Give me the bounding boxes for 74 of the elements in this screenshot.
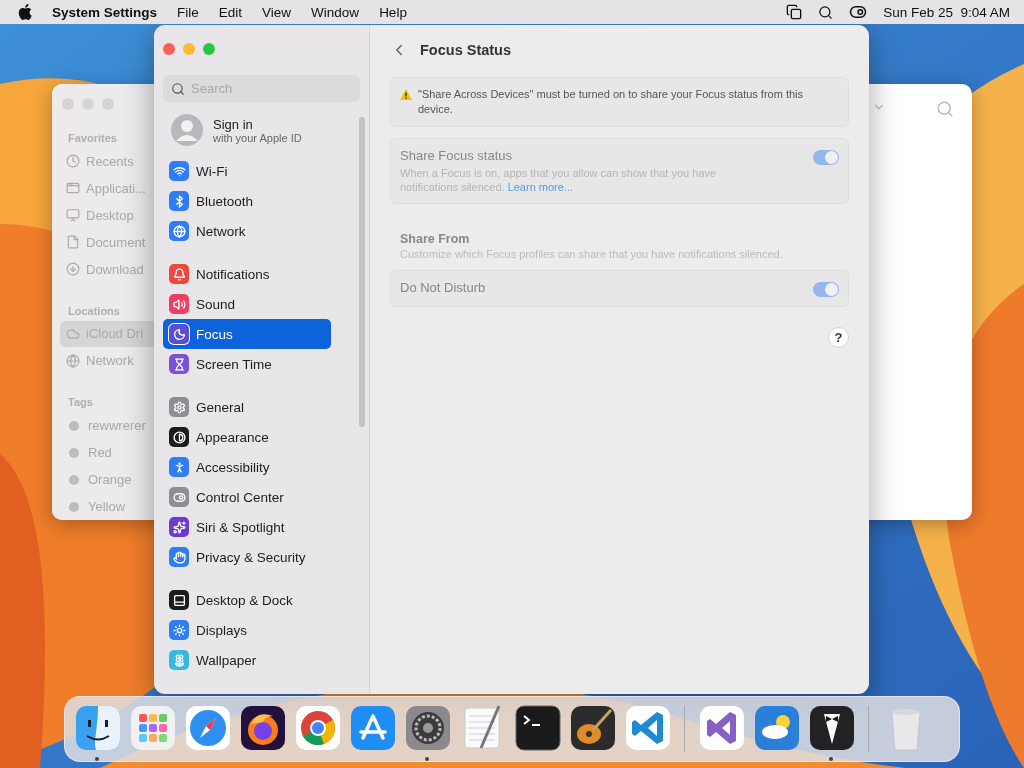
terminal-icon[interactable] <box>513 704 562 752</box>
app-grid-icon[interactable] <box>128 704 177 752</box>
sidebar-item[interactable]: Siri & Spotlight <box>163 512 331 542</box>
setting-title: Share Focus status <box>400 148 513 163</box>
sidebar-item[interactable]: Control Center <box>163 482 331 512</box>
sidebar-item[interactable]: Notifications <box>163 259 331 289</box>
gear-icon[interactable] <box>403 704 452 752</box>
setting-title: Do Not Disturb <box>400 280 487 295</box>
section-title: Tags <box>68 396 94 409</box>
sidebar-item[interactable]: Sound <box>163 289 331 319</box>
menu-item[interactable]: View <box>262 4 292 20</box>
warning-icon <box>400 89 412 100</box>
app-name[interactable]: System Settings <box>52 4 158 20</box>
guitar-icon[interactable] <box>568 704 617 752</box>
tag-dot <box>69 447 79 458</box>
item-label: Desktop <box>86 207 134 223</box>
sidebar-item[interactable]: Network <box>163 216 331 246</box>
tag-dot <box>69 420 79 431</box>
search-icon <box>171 82 185 96</box>
apple-icon[interactable] <box>18 4 32 20</box>
download-icon <box>66 262 80 277</box>
face-icon[interactable] <box>73 704 122 752</box>
menu-item[interactable]: Help <box>379 4 407 20</box>
search-icon[interactable] <box>818 4 834 20</box>
clock[interactable]: Sun Feb 25 9:04 AM <box>883 4 1010 20</box>
control-center-icon[interactable] <box>849 3 868 21</box>
scrollbar[interactable] <box>359 117 365 427</box>
page-title: Focus Status <box>420 42 512 58</box>
item-label: Red <box>88 445 112 461</box>
section-title: Share From <box>400 232 471 246</box>
sidebar-item[interactable]: Appearance <box>163 422 331 452</box>
code-editor-icon[interactable] <box>623 704 672 752</box>
monitor-icon <box>66 208 80 223</box>
item-label: Recents <box>86 153 134 169</box>
warning-text: "Share Across Devices" must be turned on to share your Focus status from this device. <box>418 87 805 117</box>
globe-icon <box>66 353 80 368</box>
sidebar-item[interactable]: Focus <box>163 319 331 349</box>
item-label: Orange <box>88 472 132 488</box>
menu-item[interactable]: Window <box>311 4 360 20</box>
sidebar-item[interactable]: Screen Time <box>163 349 331 379</box>
app-window-icon <box>66 181 80 196</box>
sidebar-item[interactable]: General <box>163 392 331 422</box>
cloud-sun-icon[interactable] <box>752 704 801 752</box>
menu-item[interactable]: Edit <box>218 4 243 20</box>
item-label: Download <box>86 261 144 277</box>
section-title: Favorites <box>68 132 118 144</box>
tuxedo-icon[interactable] <box>807 704 856 752</box>
sidebar-item[interactable]: Wallpaper <box>163 645 331 675</box>
section-title: Locations <box>68 304 121 317</box>
sidebar-item[interactable]: Bluetooth <box>163 186 331 216</box>
item-label: rewwrerer <box>88 418 146 434</box>
windows-icon[interactable] <box>786 4 803 20</box>
item-label: Yellow <box>88 499 126 514</box>
item-label: Document <box>86 234 146 250</box>
compass-icon[interactable] <box>183 704 232 752</box>
help-button[interactable]: ? <box>828 327 849 348</box>
item-label: Network <box>86 353 134 369</box>
menu-item[interactable]: File <box>177 4 199 20</box>
sidebar-item[interactable]: Displays <box>163 615 331 645</box>
sidebar-item[interactable]: Wi-Fi <box>163 156 331 186</box>
clock-icon <box>66 154 80 169</box>
sidebar-item[interactable]: Privacy & Security <box>163 542 331 572</box>
close-button[interactable] <box>163 43 175 55</box>
sidebar-item[interactable]: Accessibility <box>163 452 331 482</box>
document-icon <box>66 235 80 250</box>
app-store-icon[interactable] <box>348 704 397 752</box>
account-subtitle: with your Apple ID <box>213 131 302 144</box>
item-label: Applicati... <box>86 180 146 196</box>
account-title[interactable]: Sign in <box>213 116 302 132</box>
cloud-icon <box>66 327 80 341</box>
chrome-icon[interactable] <box>293 704 342 752</box>
tag-dot <box>69 501 79 512</box>
tag-dot <box>69 474 79 485</box>
sidebar-item[interactable]: Desktop & Dock <box>163 585 331 615</box>
